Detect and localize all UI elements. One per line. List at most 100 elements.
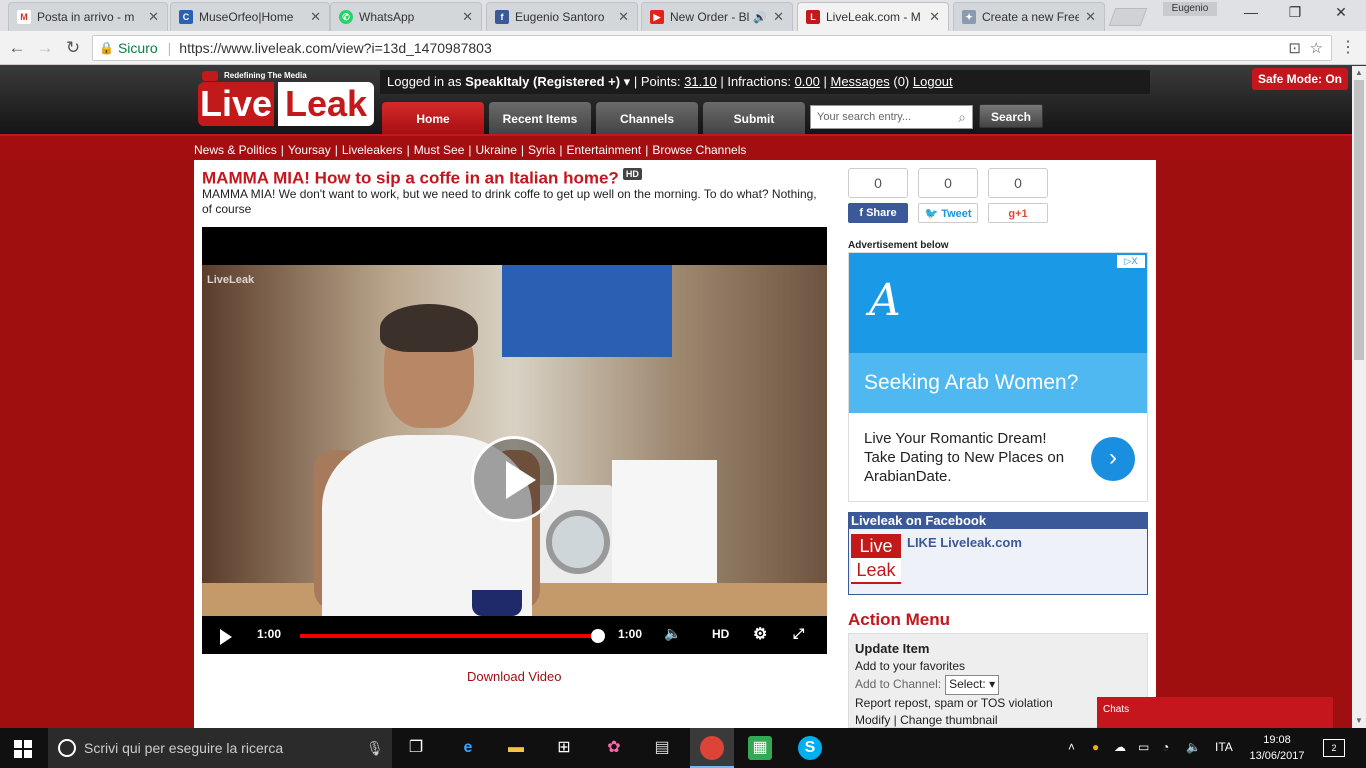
infractions-link[interactable]: 0.00 — [795, 74, 820, 89]
scroll-down-icon[interactable]: ▼ — [1355, 716, 1363, 725]
facebook-like-link[interactable]: LIKE Liveleak.com — [907, 535, 1022, 550]
logout-link[interactable]: Logout — [913, 74, 953, 89]
close-icon[interactable]: ✕ — [1085, 9, 1096, 25]
system-clock[interactable]: 19:08 13/06/2017 — [1247, 732, 1307, 764]
battery-icon[interactable]: ▭ — [1138, 740, 1149, 754]
skype-icon[interactable]: S — [798, 736, 822, 760]
logo-live: Live — [859, 536, 893, 556]
category-link[interactable]: Browse Channels — [652, 143, 746, 157]
tab-submit[interactable]: Submit — [703, 102, 805, 134]
taskbar-search-field[interactable]: Scrivi qui per eseguire la ricerca 🎙 — [48, 728, 392, 768]
window-close-icon[interactable]: ✕ — [1318, 4, 1364, 24]
safe-mode-toggle[interactable]: Safe Mode: On — [1252, 68, 1348, 90]
add-favorites-link[interactable]: Add to your favorites — [855, 658, 1141, 676]
task-view-icon[interactable]: ❐ — [404, 736, 428, 760]
category-link[interactable]: News & Politics — [194, 143, 277, 157]
download-video-link[interactable]: Download Video — [467, 669, 561, 684]
liveleak-logo[interactable]: Redefining The Media Live Leak — [196, 70, 378, 130]
category-link[interactable]: Must See — [414, 143, 465, 157]
advertisement[interactable]: A ▷X Seeking Arab Women? Live Your Roman… — [848, 252, 1148, 502]
category-links: News & Politics | Yoursay | Liveleakers | Must… — [194, 143, 746, 157]
page-scrollbar[interactable]: ▲ ▼ — [1352, 66, 1366, 728]
quality-button[interactable]: HD — [712, 627, 729, 641]
category-link[interactable]: Syria — [528, 143, 555, 157]
bookmark-star-icon[interactable]: ☆ — [1310, 39, 1323, 57]
category-link[interactable]: Yoursay — [288, 143, 331, 157]
category-link[interactable]: Ukraine — [476, 143, 517, 157]
minimize-icon[interactable]: — — [1228, 4, 1274, 24]
liveleak-thumb-logo[interactable]: Live Leak — [851, 534, 901, 584]
settings-gear-icon[interactable]: ⚙ — [753, 624, 767, 644]
tweet-button[interactable]: 🐦 Tweet — [918, 203, 978, 223]
username-dropdown[interactable]: SpeakItaly (Registered +) — [465, 74, 620, 89]
scroll-up-icon[interactable]: ▲ — [1355, 68, 1363, 77]
messages-link[interactable]: Messages — [830, 74, 889, 89]
chevron-up-icon[interactable]: ˄ — [1068, 740, 1075, 754]
tab-channels[interactable]: Channels — [596, 102, 698, 134]
calculator-icon[interactable]: ▦ — [748, 736, 772, 760]
progress-knob[interactable] — [591, 629, 605, 643]
channel-select[interactable]: Select: ▾ — [945, 675, 1000, 695]
notepad-icon[interactable]: ▤ — [650, 736, 674, 760]
facebook-share-button[interactable]: f Share — [848, 203, 908, 223]
browser-tab-facebook[interactable]: f Eugenio Santoro ✕ — [486, 2, 638, 31]
volume-icon[interactable]: 🔈 — [664, 625, 681, 642]
restore-icon[interactable]: ❐ — [1272, 4, 1318, 24]
browser-tab-museorfeo[interactable]: C MuseOrfeo|Home ✕ — [170, 2, 330, 31]
points-link[interactable]: 31.10 — [684, 74, 717, 89]
category-link[interactable]: Liveleakers — [342, 143, 403, 157]
volume-tray-icon[interactable]: 🔈 — [1186, 740, 1201, 754]
browser-menu-icon[interactable]: ⋮ — [1340, 37, 1356, 57]
browser-tab-liveleak[interactable]: L LiveLeak.com - M ✕ — [797, 2, 949, 31]
tab-home[interactable]: Home — [382, 102, 484, 134]
browser-tab-youtube[interactable]: ▶ New Order - Bl 🔊 ✕ — [641, 2, 793, 31]
browser-tab-create[interactable]: ✦ Create a new Free ✕ — [953, 2, 1105, 31]
photos-icon[interactable]: ✿ — [602, 736, 626, 760]
category-link[interactable]: Entertainment — [566, 143, 641, 157]
reload-icon[interactable]: ↻ — [62, 37, 84, 59]
url-field[interactable]: 🔒 Sicuro | https://www.liveleak.com/view… — [92, 35, 1332, 61]
forward-icon[interactable]: → — [34, 37, 56, 59]
googleplus-button[interactable]: g+1 — [988, 203, 1048, 223]
close-icon[interactable]: ✕ — [773, 9, 784, 25]
wifi-icon[interactable]: ◔ — [1162, 740, 1169, 754]
search-button[interactable]: Search — [979, 104, 1043, 128]
close-icon[interactable]: ✕ — [462, 9, 473, 25]
play-icon[interactable] — [220, 629, 232, 645]
play-overlay-button[interactable] — [471, 436, 557, 522]
cloud-icon[interactable]: ☁ — [1114, 740, 1126, 754]
ad-choices-icon[interactable]: ▷X — [1117, 255, 1145, 268]
notification-center-icon[interactable]: 2 — [1323, 739, 1345, 757]
store-icon[interactable]: ⊞ — [552, 736, 576, 760]
windows-start-icon[interactable] — [14, 740, 32, 758]
close-icon[interactable]: ✕ — [310, 9, 321, 25]
translate-icon[interactable]: ⊡ — [1288, 39, 1301, 57]
tray-app-icon[interactable]: ● — [1092, 740, 1099, 754]
microphone-icon[interactable]: 🎙 — [366, 728, 384, 768]
ad-body: Live Your Romantic Dream! Take Dating to… — [864, 430, 1065, 485]
add-channel-label: Add to Channel: — [855, 677, 942, 691]
tab-recent-items[interactable]: Recent Items — [489, 102, 591, 134]
chats-panel[interactable]: Chats — [1097, 697, 1333, 728]
site-search-input[interactable]: Your search entry... ⌕ — [810, 105, 973, 129]
file-explorer-icon[interactable]: ▬ — [504, 736, 528, 760]
close-icon[interactable]: ✕ — [929, 9, 940, 25]
close-icon[interactable]: ✕ — [618, 9, 629, 25]
edge-icon[interactable]: e — [456, 736, 480, 760]
change-thumbnail-link[interactable]: Change thumbnail — [900, 713, 997, 727]
profile-button[interactable]: Eugenio — [1163, 2, 1217, 16]
progress-bar[interactable] — [300, 634, 598, 638]
back-icon[interactable]: ← — [6, 37, 28, 59]
scroll-thumb[interactable] — [1354, 80, 1364, 360]
video-player[interactable]: LiveLeak 1:00 1:00 🔈 HD ⚙ ⤢ — [202, 227, 827, 654]
input-language[interactable]: ITA — [1215, 740, 1233, 754]
new-tab-button[interactable] — [1108, 8, 1148, 26]
browser-tab-whatsapp[interactable]: ✆ WhatsApp ✕ — [330, 2, 482, 31]
caret-down-icon[interactable]: ▾ — [620, 74, 631, 89]
browser-tab-gmail[interactable]: M Posta in arrivo - m ✕ — [8, 2, 168, 31]
modify-link[interactable]: Modify — [855, 713, 890, 727]
fullscreen-icon[interactable]: ⤢ — [793, 625, 804, 642]
chevron-right-icon[interactable]: › — [1091, 437, 1135, 481]
close-icon[interactable]: ✕ — [148, 9, 159, 25]
chrome-icon[interactable] — [700, 736, 724, 760]
